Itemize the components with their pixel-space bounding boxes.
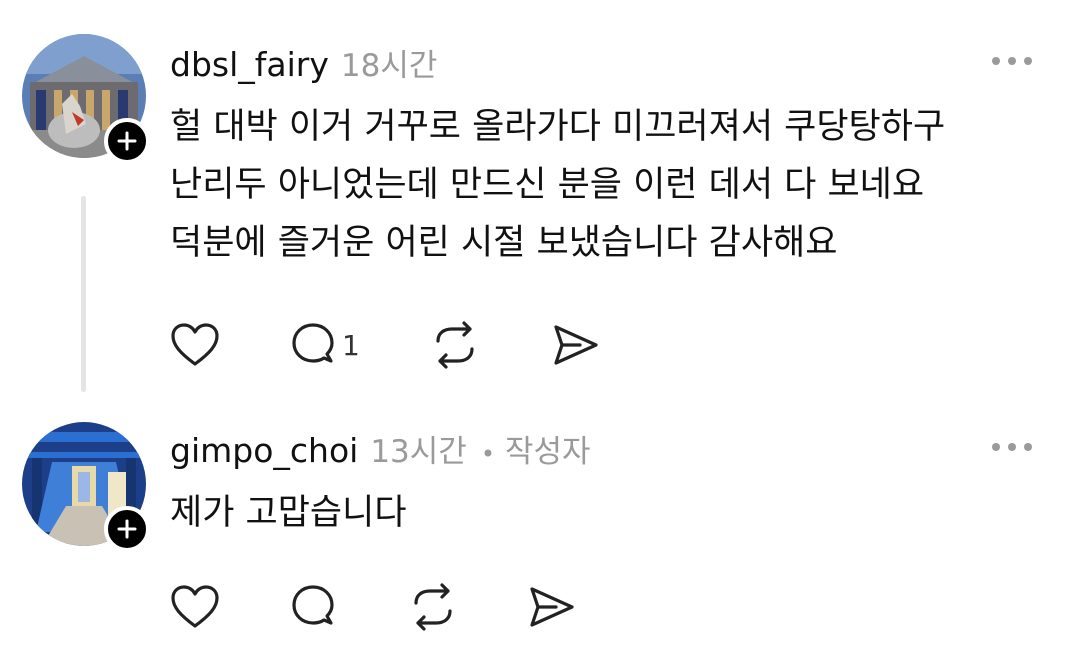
comment-icon xyxy=(292,323,334,363)
timestamp: 13시간 xyxy=(370,434,467,470)
reply-button[interactable] xyxy=(288,582,338,632)
comment-header: gimpo_choi 13시간 • 작성자 xyxy=(170,426,591,471)
comment-line: 난리두 아니었는데 만드신 분을 이런 데서 다 보네요 xyxy=(170,165,925,205)
share-button[interactable] xyxy=(550,320,600,370)
comment-item: dbsl_fairy 18시간 헐 대박 이거 거꾸로 올라가다 미끄러져서 쿠… xyxy=(0,0,1080,400)
comment-text: 제가 고맙습니다 xyxy=(170,484,407,542)
author-badge: 작성자 xyxy=(504,434,591,470)
repost-icon xyxy=(414,583,452,631)
comment-line: 덕분에 즐거운 어린 시절 보냈습니다 감사해요 xyxy=(170,223,838,263)
repost-button[interactable] xyxy=(408,582,458,632)
repost-button[interactable] xyxy=(430,320,480,370)
repost-icon xyxy=(436,321,474,369)
username[interactable]: dbsl_fairy xyxy=(170,45,329,84)
share-button[interactable] xyxy=(526,582,576,632)
follow-button[interactable] xyxy=(104,118,150,164)
comment-line: 헐 대박 이거 거꾸로 올라가다 미끄러져서 쿠당탕하구 xyxy=(170,107,946,147)
comment-line: 제가 고맙습니다 xyxy=(170,493,407,533)
reply-button[interactable]: 1 xyxy=(288,320,360,370)
follow-button[interactable] xyxy=(104,506,150,552)
comment-text: 헐 대박 이거 거꾸로 올라가다 미끄러져서 쿠당탕하구 난리두 아니었는데 만… xyxy=(170,98,945,272)
more-icon[interactable] xyxy=(992,55,1032,67)
like-button[interactable] xyxy=(170,582,220,632)
like-button[interactable] xyxy=(170,320,220,370)
plus-icon xyxy=(117,131,137,151)
share-icon xyxy=(530,587,574,627)
username[interactable]: gimpo_choi xyxy=(170,431,358,470)
timestamp: 18시간 xyxy=(340,48,438,84)
separator: • xyxy=(480,440,495,468)
heart-icon xyxy=(171,585,219,628)
comment-header: dbsl_fairy 18시간 xyxy=(170,40,437,85)
more-icon[interactable] xyxy=(992,441,1032,453)
thread-line xyxy=(81,196,86,392)
reply-count: 1 xyxy=(342,328,360,362)
plus-icon xyxy=(117,519,137,539)
comment-item: gimpo_choi 13시간 • 작성자 제가 고맙습니다 xyxy=(0,400,1080,655)
share-icon xyxy=(554,325,598,365)
comment-icon xyxy=(292,585,334,625)
heart-icon xyxy=(171,323,219,366)
